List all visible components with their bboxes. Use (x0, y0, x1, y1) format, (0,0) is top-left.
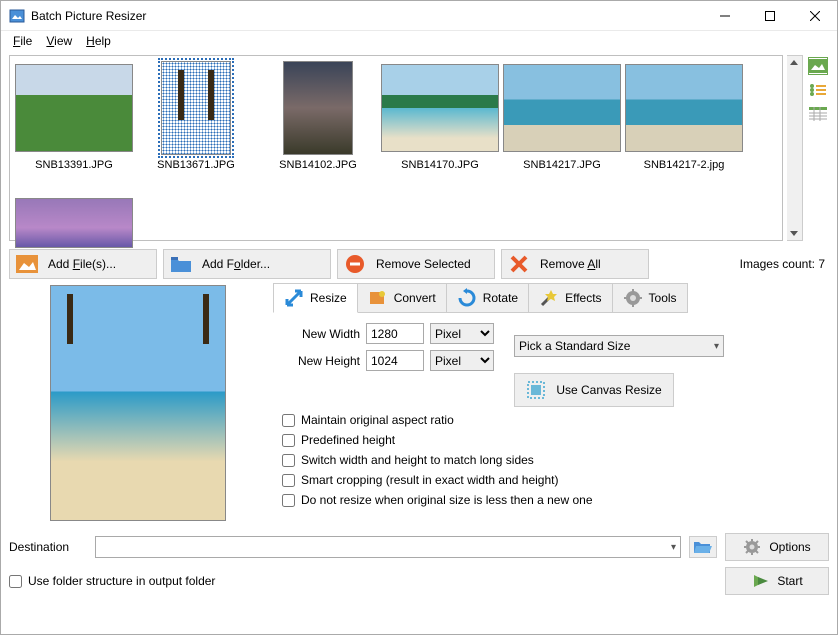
menu-view[interactable]: View (40, 32, 78, 50)
resize-panel: New Width Pixel New Height Pixel Pick a … (273, 312, 829, 523)
remove-all-icon (508, 253, 530, 275)
play-icon (751, 572, 769, 590)
folder-open-icon (693, 539, 713, 555)
menubar: File View Help (1, 31, 837, 51)
tabs: Resize Convert Rotate Effects Tools (273, 283, 829, 313)
thumbnail-caption: SNB14217-2.jpg (624, 156, 744, 171)
preview-panel (9, 283, 267, 523)
minimize-button[interactable] (702, 1, 747, 30)
remove-selected-button[interactable]: Remove Selected (337, 249, 495, 279)
tab-convert[interactable]: Convert (358, 283, 447, 313)
standard-size-select[interactable]: Pick a Standard Size (514, 335, 724, 357)
tab-effects[interactable]: Effects (529, 283, 612, 313)
menu-help[interactable]: Help (80, 32, 117, 50)
remove-all-button[interactable]: Remove All (501, 249, 649, 279)
thumbnail-list[interactable]: SNB13391.JPGSNB13671.JPGSNB14102.JPGSNB1… (9, 55, 783, 241)
chk-folder-structure[interactable] (9, 575, 22, 588)
width-unit-select[interactable]: Pixel (430, 323, 494, 344)
menu-file[interactable]: File (7, 32, 38, 50)
new-width-label: New Width (282, 327, 360, 341)
titlebar: Batch Picture Resizer (1, 1, 837, 31)
view-details-icon[interactable] (808, 105, 828, 123)
view-mode-icons (807, 55, 829, 241)
thumbnail-caption: SNB13391.JPG (14, 156, 134, 171)
remove-icon (344, 253, 366, 275)
thumbnail-caption: SNB13671.JPG (136, 156, 256, 171)
images-count: Images count: 7 (740, 257, 825, 271)
convert-icon (368, 288, 388, 308)
browse-destination-button[interactable] (689, 536, 717, 558)
thumbnail-item[interactable]: SNB13671.JPG (136, 60, 256, 171)
maximize-button[interactable] (747, 1, 792, 30)
thumbnail-item[interactable]: SNB14102.JPG (258, 60, 378, 171)
tab-resize[interactable]: Resize (273, 283, 358, 313)
chk-noresize[interactable] (282, 494, 295, 507)
thumbnail-item[interactable] (14, 175, 134, 271)
view-list-icon[interactable] (808, 81, 828, 99)
chk-aspect[interactable] (282, 414, 295, 427)
destination-label: Destination (9, 540, 87, 554)
close-button[interactable] (792, 1, 837, 30)
effects-icon (539, 288, 559, 308)
thumbnail-item[interactable]: SNB14217-2.jpg (624, 60, 744, 171)
new-width-input[interactable] (366, 323, 424, 344)
resize-icon (284, 288, 304, 308)
tab-rotate[interactable]: Rotate (447, 283, 529, 313)
thumbnail-caption: SNB14170.JPG (380, 156, 500, 171)
thumbnail-scrollbar[interactable] (787, 55, 803, 241)
add-folder-label: Add Folder... (202, 257, 270, 271)
thumbnail-caption: SNB14217.JPG (502, 156, 622, 171)
destination-combo[interactable] (95, 536, 681, 558)
height-unit-select[interactable]: Pixel (430, 350, 494, 371)
remove-all-label: Remove All (540, 257, 601, 271)
options-button[interactable]: Options (725, 533, 829, 561)
canvas-resize-button[interactable]: Use Canvas Resize (514, 373, 674, 407)
chk-switch[interactable] (282, 454, 295, 467)
thumbnail-caption: SNB14102.JPG (258, 156, 378, 171)
start-button[interactable]: Start (725, 567, 829, 595)
gear-icon (743, 538, 761, 556)
tools-icon (623, 288, 643, 308)
app-icon (9, 8, 25, 24)
remove-selected-label: Remove Selected (376, 257, 471, 271)
new-height-input[interactable] (366, 350, 424, 371)
new-height-label: New Height (282, 354, 360, 368)
thumbnail-item[interactable]: SNB14170.JPG (380, 60, 500, 171)
window-title: Batch Picture Resizer (31, 9, 702, 23)
thumbnail-item[interactable]: SNB14217.JPG (502, 60, 622, 171)
preview-image (50, 285, 226, 521)
chk-predefined[interactable] (282, 434, 295, 447)
folder-icon (170, 253, 192, 275)
rotate-icon (457, 288, 477, 308)
add-folder-button[interactable]: Add Folder... (163, 249, 331, 279)
view-thumbnails-icon[interactable] (808, 57, 828, 75)
thumbnail-item[interactable]: SNB13391.JPG (14, 60, 134, 171)
canvas-icon (526, 380, 546, 400)
tab-tools[interactable]: Tools (613, 283, 688, 313)
chk-smart[interactable] (282, 474, 295, 487)
